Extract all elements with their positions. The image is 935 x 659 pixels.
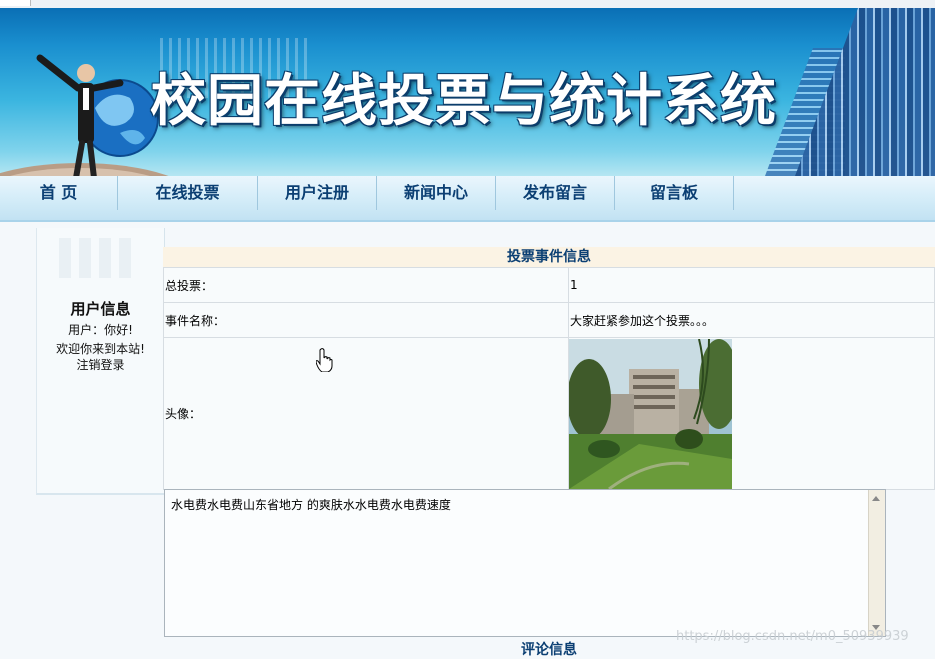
event-name-value: 大家赶紧参加这个投票。。。 [568,302,935,338]
table-row: 头像： [163,337,935,490]
nav-post-message[interactable]: 发布留言 [496,176,615,210]
nav-home[interactable]: 首 页 [0,176,118,210]
vote-event-table: 总投票： 1 事件名称： 大家赶紧参加这个投票。。。 头像： [163,267,935,490]
watermark: https://blog.csdn.net/m0_50939939 [676,629,909,644]
user-info-heading: 用户信息 [70,300,131,318]
welcome-text: 欢迎你来到本站! [56,342,145,356]
user-info-panel: 用户信息 用户：你好! 欢迎你来到本站! 注销登录 [36,228,165,495]
description-scrollbar[interactable] [868,490,885,636]
avatar-label: 头像： [163,337,569,490]
table-row: 事件名称： 大家赶紧参加这个投票。。。 [163,302,935,338]
browser-tab[interactable] [0,0,31,6]
total-votes-value: 1 [568,267,935,303]
total-votes-label: 总投票： [163,267,569,303]
description-textarea[interactable]: 水电费水电费山东省地方 的爽肤水水电费水电费速度 [164,489,886,637]
event-name-label: 事件名称： [163,302,569,338]
nav-news-center[interactable]: 新闻中心 [377,176,496,210]
total-votes-number: 1 [570,278,578,292]
main-nav: 首 页 在线投票 用户注册 新闻中心 发布留言 留言板 [0,176,935,222]
avatar-cell [568,337,935,490]
site-banner: 校园在线投票与统计系统 [0,8,935,176]
site-title: 校园在线投票与统计系统 [150,68,777,134]
hand-cursor-icon [316,348,333,372]
vote-event-heading: 投票事件信息 [163,247,935,267]
user-greeting: 用户：你好! [68,323,133,337]
sidebar-decoration [59,238,139,278]
nav-user-register[interactable]: 用户注册 [258,176,377,210]
table-row: 总投票： 1 [163,267,935,303]
nav-message-board[interactable]: 留言板 [615,176,734,210]
description-text: 水电费水电费山东省地方 的爽肤水水电费水电费速度 [171,498,451,512]
logout-link[interactable]: 注销登录 [37,356,164,373]
scroll-up-icon[interactable] [872,496,880,501]
nav-online-vote[interactable]: 在线投票 [118,176,258,210]
event-photo [569,338,732,489]
